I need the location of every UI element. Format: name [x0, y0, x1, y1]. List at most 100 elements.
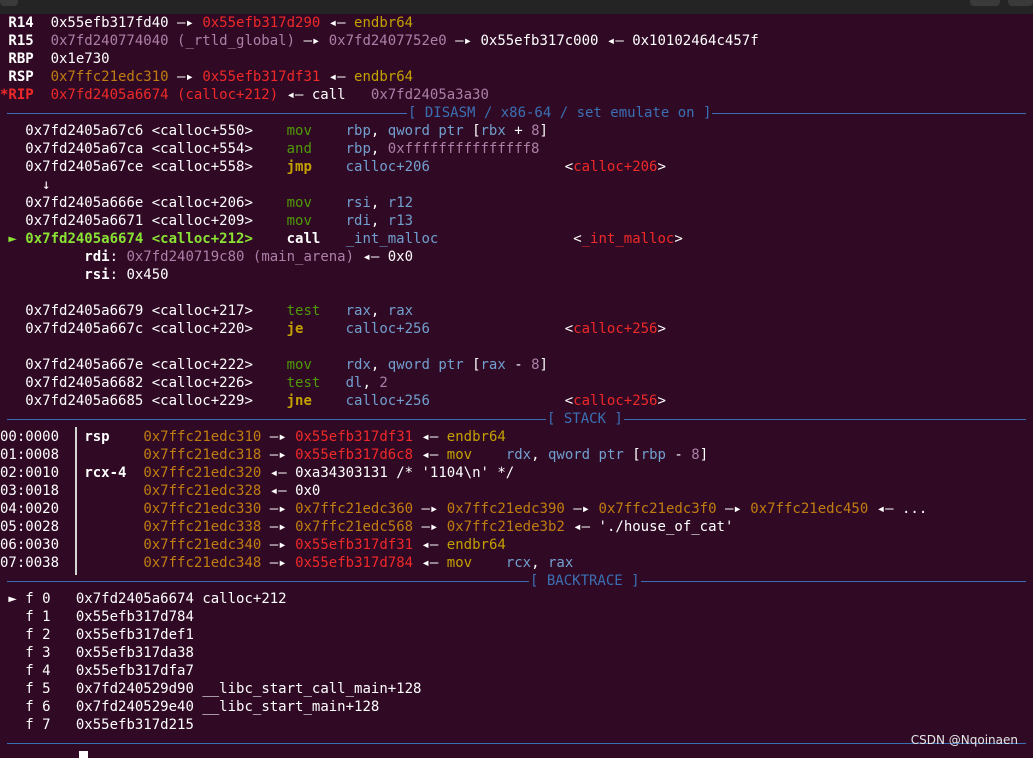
points-to-arrow-icon: ◂— — [354, 249, 388, 265]
frame-number: f 4 — [16, 663, 76, 679]
operand: , — [370, 303, 388, 319]
register-name: RSP — [0, 69, 34, 85]
operand: , — [370, 357, 388, 373]
frame-address: 0x55efb317d215 — [75, 717, 194, 733]
stack-register — [84, 483, 135, 499]
stack-offset: 05:0028 — [0, 519, 60, 535]
operand: rbp — [345, 123, 371, 139]
bracket: < — [573, 231, 582, 247]
frame-address: 0x55efb317da38 — [75, 645, 194, 661]
register-row: R14 0x55efb317fd40 —▸ 0x55efb317d290 ◂— … — [0, 14, 1033, 32]
value-segment: 0x10102464c457f — [632, 33, 759, 49]
value-segment: 0x7ffc21edc338 — [143, 519, 262, 535]
instruction-mnemonic: mov — [286, 213, 346, 229]
stack-row: 06:0030 0x7ffc21edc340 —▸ 0x55efb317df31… — [0, 536, 1033, 554]
frame-address: 0x7fd240529e40 — [75, 699, 194, 715]
points-to-arrow-icon: ◂— ... — [868, 501, 928, 517]
deref-arrow-icon: —▸ — [413, 501, 447, 517]
operand: - — [505, 357, 532, 373]
operand: [ — [472, 357, 481, 373]
instruction-row: 0x7fd2405a67ce <calloc+558> jmp calloc+2… — [0, 158, 1033, 176]
operand: rbx — [480, 123, 506, 139]
instruction-address: 0x7fd2405a6679 <calloc+217> — [25, 303, 287, 319]
spacer: : — [109, 267, 127, 283]
branch-target: calloc+256 — [573, 393, 658, 409]
operand: ] — [539, 357, 548, 373]
value-segment: 0x55efb317d6c8 — [295, 447, 414, 463]
operand: , — [370, 213, 388, 229]
value-segment: 0x7ffc21edc340 — [143, 537, 262, 553]
value-segment: 0xa34303131 /* '1104\n' */ — [295, 465, 515, 481]
value-segment: 0x55efb317df31 — [295, 429, 414, 445]
operand: rax — [387, 303, 414, 319]
stack-register: rcx-4 — [84, 465, 135, 481]
stack-offset: 03:0018 — [0, 483, 60, 499]
stack-offset: 06:0030 — [0, 537, 60, 553]
value-segment: rdx — [505, 447, 532, 463]
deref-arrow-icon: —▸ — [261, 501, 296, 517]
operand: calloc+256 — [345, 393, 430, 409]
bracket: < — [564, 159, 574, 175]
window-top-bar — [0, 0, 1033, 14]
instruction-address: 0x7fd2405a667c <calloc+220> — [25, 321, 287, 337]
stack-offset: 02:0010 — [0, 465, 60, 481]
stack-row: 04:0020 0x7ffc21edc330 —▸ 0x7ffc21edc360… — [0, 500, 1033, 518]
frame-symbol: __libc_start_main+128 — [193, 699, 380, 715]
stack-offset: 01:0008 — [0, 447, 60, 463]
bracket: > — [657, 159, 666, 175]
instruction-mnemonic: je — [286, 321, 346, 337]
value-segment: 0x55efb317df31 — [295, 537, 414, 553]
window-control-minimize[interactable] — [970, 0, 1000, 6]
backtrace-frame-row: f 7 0x55efb317d215 — [0, 716, 1033, 734]
window-control-close[interactable] — [1008, 0, 1033, 6]
frame-number: f 0 — [16, 591, 76, 607]
current-frame-row: ► f 0 0x7fd2405a6674 calloc+212 — [0, 590, 1033, 608]
value-segment: rbp — [640, 447, 666, 463]
instruction-mnemonic: test — [286, 375, 346, 391]
instruction-mnemonic: mov — [286, 357, 346, 373]
value-segment: , — [531, 555, 548, 571]
deref-arrow-icon: —▸ — [564, 501, 599, 517]
stack-register — [84, 537, 135, 553]
argument-name: rsi — [84, 267, 110, 283]
operand: rax — [345, 303, 371, 319]
watermark: CSDN @Nqoinaen — [910, 733, 1018, 747]
window-control-left[interactable] — [0, 0, 18, 6]
value-segment: 0x7ffc21edc348 — [143, 555, 262, 571]
bottom-divider — [0, 734, 1033, 752]
points-to-arrow-icon: ◂— — [598, 33, 633, 49]
deref-arrow-icon: —▸ — [168, 69, 203, 85]
instruction-address: 0x7fd2405a6671 <calloc+209> — [25, 213, 287, 229]
value-segment: 0x0 — [387, 249, 414, 265]
backtrace-header-label: [ BACKTRACE ] — [529, 572, 641, 590]
points-to-arrow-icon: ◂— — [413, 555, 447, 571]
current-frame-icon: ► — [0, 591, 17, 607]
bracket: < — [564, 321, 574, 337]
value-segment: 0x55efb317fd40 — [50, 15, 169, 31]
down-arrow-icon: ↓ — [42, 177, 51, 193]
backtrace-header: [ BACKTRACE ] — [0, 572, 1033, 590]
value-segment: 0x7fd2407752e0 — [328, 33, 447, 49]
stack-header: [ STACK ] — [0, 410, 1033, 428]
frame-address: 0x55efb317dfa7 — [75, 663, 194, 679]
frame-symbol: calloc+212 — [193, 591, 287, 607]
value-segment: 0x55efb317d784 — [295, 555, 414, 571]
operand: r13 — [387, 213, 414, 229]
terminal-output[interactable]: R14 0x55efb317fd40 —▸ 0x55efb317d290 ◂— … — [0, 14, 1033, 752]
stack-header-label: [ STACK ] — [546, 410, 624, 428]
value-segment: endbr64 — [446, 537, 506, 553]
value-segment: [ — [632, 447, 641, 463]
branch-target: calloc+206 — [573, 159, 658, 175]
operand: + — [505, 123, 532, 139]
value-segment: 0x7fd240774040 (_rtld_global) — [50, 33, 296, 49]
stack-register — [84, 519, 135, 535]
